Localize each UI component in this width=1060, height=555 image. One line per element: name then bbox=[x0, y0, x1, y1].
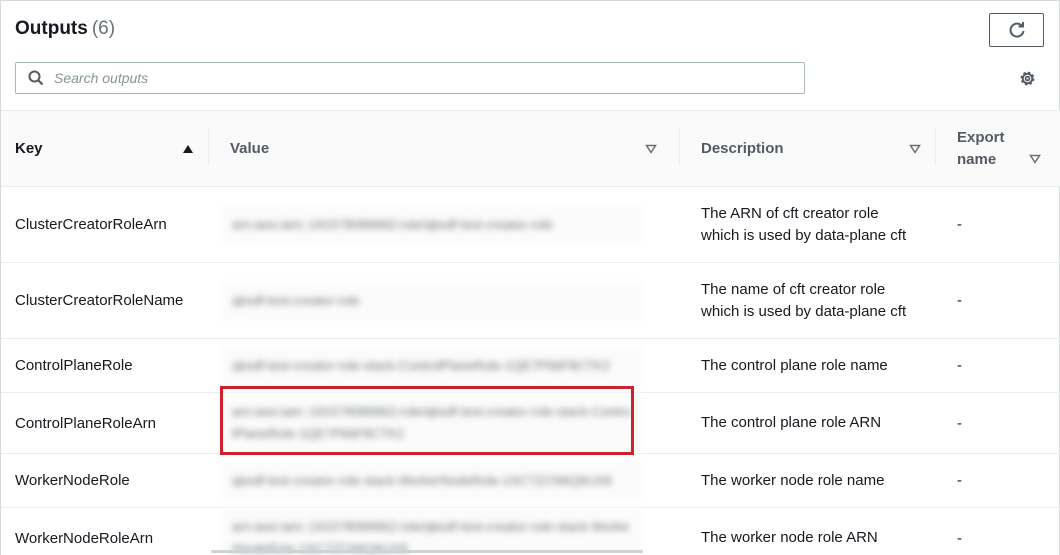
cell-key: WorkerNodeRoleArn bbox=[15, 529, 154, 547]
column-label: Value bbox=[230, 140, 270, 157]
column-separator bbox=[208, 129, 209, 165]
table-row: ClusterCreatorRoleName qbsdf-test-creato… bbox=[1, 262, 1060, 339]
redacted-value: qbsdf-test-creator-role-stack-WorkerNode… bbox=[222, 461, 643, 500]
refresh-icon bbox=[1009, 22, 1024, 38]
outputs-panel: Outputs(6) Key bbox=[0, 0, 1060, 555]
cell-description: The worker node role ARN bbox=[701, 529, 878, 546]
cell-export-name: - bbox=[935, 262, 1060, 339]
caret-down-outline-icon bbox=[645, 144, 657, 154]
caret-down-outline-icon bbox=[1029, 154, 1041, 164]
table-row: WorkerNodeRoleArn arn:aws:iam::191578089… bbox=[1, 508, 1060, 555]
column-separator bbox=[935, 129, 936, 165]
title-text: Outputs bbox=[15, 18, 88, 39]
redacted-value: qbsdf-test-creator-role-stack-ControlPla… bbox=[222, 346, 643, 385]
cell-description: The name of cft creator role which is us… bbox=[679, 262, 935, 339]
output-count: (6) bbox=[91, 18, 116, 39]
table-header-row: Key Value Description Export name bbox=[1, 111, 1060, 187]
column-label: Key bbox=[15, 140, 43, 157]
column-separator bbox=[679, 129, 680, 165]
cell-description: The ARN of cft creator role which is use… bbox=[679, 186, 935, 263]
cell-description: The control plane role name bbox=[679, 338, 935, 393]
table-row: ControlPlaneRoleArn arn:aws:iam::1915780… bbox=[1, 392, 1060, 454]
cell-export-name: - bbox=[957, 529, 962, 547]
caret-up-icon bbox=[183, 144, 193, 153]
search-box[interactable] bbox=[15, 62, 805, 94]
cell-value: qbsdf-test-creator-role-stack-WorkerNode… bbox=[208, 453, 679, 508]
column-header-value[interactable]: Value bbox=[208, 111, 679, 187]
column-header-export-name[interactable]: Export name bbox=[935, 111, 1060, 187]
cell-key: ClusterCreatorRoleName bbox=[1, 262, 208, 339]
cell-export-name: - bbox=[935, 186, 1060, 263]
cell-key: WorkerNodeRole bbox=[1, 453, 208, 508]
cell-value: arn:aws:iam::191578089962:role/qbsdf-tes… bbox=[208, 186, 679, 263]
gear-icon[interactable] bbox=[1018, 69, 1037, 88]
column-label: Description bbox=[701, 140, 784, 157]
cell-export-name: - bbox=[935, 392, 1060, 454]
search-input[interactable] bbox=[54, 70, 754, 86]
horizontal-scrollbar[interactable] bbox=[211, 550, 643, 553]
table-row: WorkerNodeRole qbsdf-test-creator-role-s… bbox=[1, 453, 1060, 508]
refresh-button[interactable] bbox=[989, 13, 1044, 47]
cell-value: arn:aws:iam::191578089962:role/qbsdf-tes… bbox=[208, 508, 679, 555]
cell-key: ControlPlaneRoleArn bbox=[1, 392, 208, 454]
cell-description: The control plane role ARN bbox=[679, 392, 935, 454]
redacted-value: arn:aws:iam::191578089962:role/qbsdf-tes… bbox=[222, 508, 643, 555]
cell-value: arn:aws:iam::191578089962:role/qbsdf-tes… bbox=[208, 392, 679, 454]
cell-export-name: - bbox=[935, 338, 1060, 393]
outputs-table: Key Value Description Export name Cluste… bbox=[1, 111, 1060, 555]
cell-export-name: - bbox=[935, 453, 1060, 508]
table-row: ControlPlaneRole qbsdf-test-creator-role… bbox=[1, 338, 1060, 393]
cell-key: ClusterCreatorRoleArn bbox=[1, 186, 208, 263]
column-header-description[interactable]: Description bbox=[679, 111, 935, 187]
redacted-value: arn:aws:iam::191578089962:role/qbsdf-tes… bbox=[222, 393, 643, 453]
column-header-key[interactable]: Key bbox=[1, 111, 208, 187]
search-icon bbox=[28, 70, 44, 86]
table-row: ClusterCreatorRoleArn arn:aws:iam::19157… bbox=[1, 186, 1060, 263]
cell-value: qbsdf-test-creator-role-stack-ControlPla… bbox=[208, 338, 679, 393]
cell-value: qbsdf-test-creator-role bbox=[208, 262, 679, 339]
redacted-value: arn:aws:iam::191578089962:role/qbsdf-tes… bbox=[222, 205, 643, 244]
column-label: Export name bbox=[957, 128, 1005, 168]
page-title: Outputs (6) bbox=[15, 18, 115, 40]
cell-key: ControlPlaneRole bbox=[1, 338, 208, 393]
caret-down-outline-icon bbox=[909, 144, 921, 154]
redacted-value: qbsdf-test-creator-role bbox=[222, 281, 643, 320]
cell-description: The worker node role name bbox=[679, 453, 935, 508]
